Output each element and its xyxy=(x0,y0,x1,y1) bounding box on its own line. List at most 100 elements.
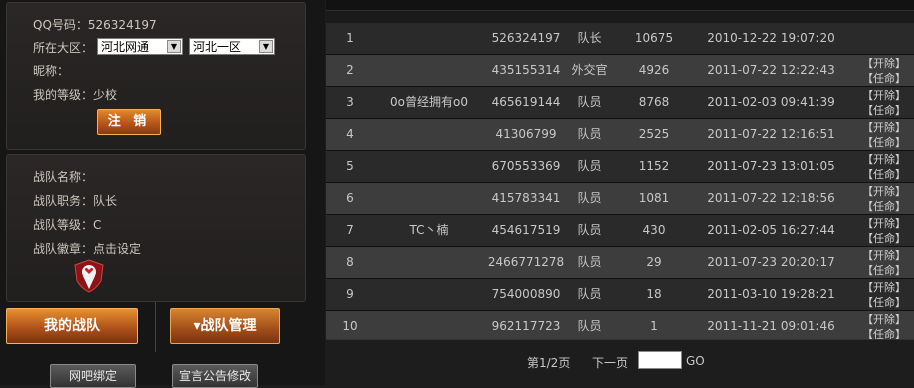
user-info-panel: QQ号码：526324197 所在大区： 河北网通 ▼ 河北一区 ▼ 昵称： 我… xyxy=(6,2,306,150)
points-cell: 2525 xyxy=(638,127,670,141)
appoint-member-link[interactable]: 【任命】 xyxy=(854,71,914,86)
row-actions: 【开除】 【任命】 xyxy=(854,152,914,183)
name-cell xyxy=(374,183,484,214)
table-header-bar xyxy=(326,0,914,11)
appoint-member-link[interactable]: 【任命】 xyxy=(854,263,914,278)
table-row: 7 TC丶楠 454617519 队员 430 2011-02-05 16:27:44 【开… xyxy=(326,215,914,247)
rank-cell: 2 xyxy=(346,63,354,77)
name-cell xyxy=(374,279,484,310)
row-actions: 【开除】 【任命】 xyxy=(854,280,914,311)
kick-member-link[interactable]: 【开除】 xyxy=(854,152,914,167)
points-cell: 18 xyxy=(646,287,662,301)
appoint-member-link[interactable]: 【任命】 xyxy=(854,199,914,214)
join-time-cell: 2011-02-05 16:27:44 xyxy=(707,223,835,237)
rank-cell: 8 xyxy=(346,255,354,269)
qq-cell: 962117723 xyxy=(491,319,561,333)
page-number-input[interactable] xyxy=(638,351,682,369)
row-actions: 【开除】 【任命】 xyxy=(854,56,914,87)
role-cell: 队员 xyxy=(577,223,602,237)
table-row: 5 670553369 队员 1152 2011-07-23 13:01:05 【开除】【… xyxy=(326,151,914,183)
appoint-member-link[interactable]: 【任命】 xyxy=(854,295,914,310)
qq-cell: 670553369 xyxy=(491,159,561,173)
qq-cell: 435155314 xyxy=(491,63,561,77)
announce-edit-button[interactable]: 宣言公告修改 xyxy=(172,364,258,388)
tab-my-team[interactable]: 我的战队 xyxy=(6,308,138,344)
table-row: 6 415783341 队员 1081 2011-07-22 12:18:56 【开除】【… xyxy=(326,183,914,215)
row-actions: 【开除】 【任命】 xyxy=(854,88,914,119)
points-cell: 4926 xyxy=(638,63,670,77)
row-actions: 【开除】 【任命】 xyxy=(854,248,914,279)
left-sidebar: QQ号码：526324197 所在大区： 河北网通 ▼ 河北一区 ▼ 昵称： 我… xyxy=(0,0,325,388)
kick-member-link[interactable]: 【开除】 xyxy=(854,216,914,231)
name-cell: TC丶楠 xyxy=(409,223,449,237)
team-info-panel: 战队名称： 战队职务：队长 战队等级：C 战队徽章：点击设定 xyxy=(6,154,306,302)
qq-cell: 415783341 xyxy=(491,191,561,205)
table-row: 4 41306799 队员 2525 2011-07-22 12:16:51 【开除】 【任… xyxy=(326,119,914,151)
join-time-cell: 2011-07-22 12:16:51 xyxy=(707,127,835,141)
qq-cell: 754000890 xyxy=(491,287,561,301)
role-cell: 队员 xyxy=(577,287,602,301)
kick-member-link[interactable]: 【开除】 xyxy=(854,56,914,71)
logout-button[interactable]: 注 销 xyxy=(97,109,161,135)
name-cell xyxy=(374,55,484,86)
region-select[interactable]: 河北网通 ▼ xyxy=(97,38,183,55)
kick-member-link[interactable]: 【开除】 xyxy=(854,280,914,295)
kick-member-link[interactable]: 【开除】 xyxy=(854,312,914,327)
appoint-member-link[interactable]: 【任命】 xyxy=(854,231,914,246)
appoint-member-link[interactable]: 【任命】 xyxy=(854,167,914,182)
name-cell: 0o曾经拥有o0 xyxy=(390,95,468,109)
team-level: 战队等级：C xyxy=(33,218,102,232)
netbar-bind-button[interactable]: 网吧绑定 xyxy=(50,364,136,388)
kick-member-link[interactable]: 【开除】 xyxy=(854,88,914,103)
kick-member-link[interactable]: 【开除】 xyxy=(854,184,914,199)
name-cell xyxy=(374,151,484,182)
row-actions: 【开除】 【任命】 xyxy=(854,216,914,247)
next-page-link[interactable]: 下一页 xyxy=(592,354,628,371)
role-cell: 外交官 xyxy=(571,63,608,77)
join-time-cell: 2011-07-23 20:20:17 xyxy=(707,255,835,269)
points-cell: 1 xyxy=(650,319,658,333)
rank-cell: 5 xyxy=(346,159,354,173)
appoint-member-link[interactable]: 【任命】 xyxy=(854,103,914,118)
chevron-down-icon: ▼ xyxy=(259,40,273,53)
join-time-cell: 2011-02-03 09:41:39 xyxy=(707,95,835,109)
role-cell: 队长 xyxy=(577,31,602,45)
qq-cell: 454617519 xyxy=(491,223,561,237)
team-badge-label: 战队徽章： xyxy=(33,242,94,256)
rank-cell: 6 xyxy=(346,191,354,205)
join-time-cell: 2011-11-21 09:01:46 xyxy=(707,319,835,333)
role-cell: 队员 xyxy=(577,191,602,205)
table-row: 8 2466771278 队员 29 2011-07-23 20:20:17 【开除】 【任… xyxy=(326,247,914,279)
qq-cell: 465619144 xyxy=(491,95,561,109)
join-time-cell: 2011-03-10 19:28:21 xyxy=(707,287,835,301)
qq-cell: 526324197 xyxy=(491,31,561,45)
page-info: 第1/2页 xyxy=(527,356,571,370)
kick-member-link[interactable]: 【开除】 xyxy=(854,248,914,263)
name-cell xyxy=(374,119,484,150)
team-role: 战队职务：队长 xyxy=(33,194,118,208)
join-time-cell: 2010-12-22 19:07:20 xyxy=(707,31,835,45)
role-cell: 队员 xyxy=(577,159,602,173)
join-time-cell: 2011-07-22 12:18:56 xyxy=(707,191,835,205)
qq-number: QQ号码：526324197 xyxy=(33,18,157,32)
region-label: 所在大区： xyxy=(33,41,94,55)
row-actions: 【开除】 【任命】 xyxy=(854,120,914,151)
points-cell: 10675 xyxy=(634,31,674,45)
role-cell: 队员 xyxy=(577,255,602,269)
server-select[interactable]: 河北一区 ▼ xyxy=(189,38,275,55)
go-button[interactable]: GO xyxy=(686,354,705,368)
row-actions: 【开除】 【任命】 xyxy=(854,184,914,215)
appoint-member-link[interactable]: 【任命】 xyxy=(854,135,914,150)
qq-cell: 2466771278 xyxy=(487,255,565,269)
set-badge-link[interactable]: 点击设定 xyxy=(93,242,141,256)
join-time-cell: 2011-07-23 13:01:05 xyxy=(707,159,835,173)
table-row: 1 526324197 队长 10675 2010-12-22 19:07:20 xyxy=(326,23,914,55)
role-cell: 队员 xyxy=(577,95,602,109)
rank-cell: 10 xyxy=(342,319,358,333)
kick-member-link[interactable]: 【开除】 xyxy=(854,120,914,135)
rank-cell: 4 xyxy=(346,127,354,141)
tab-team-manage[interactable]: ▾战队管理 xyxy=(170,308,280,344)
pagination: 第1/2页 下一页 GO xyxy=(326,339,914,386)
rank-cell: 1 xyxy=(346,31,354,45)
table-row: 9 754000890 队员 18 2011-03-10 19:28:21 【开除】 【任命… xyxy=(326,279,914,311)
